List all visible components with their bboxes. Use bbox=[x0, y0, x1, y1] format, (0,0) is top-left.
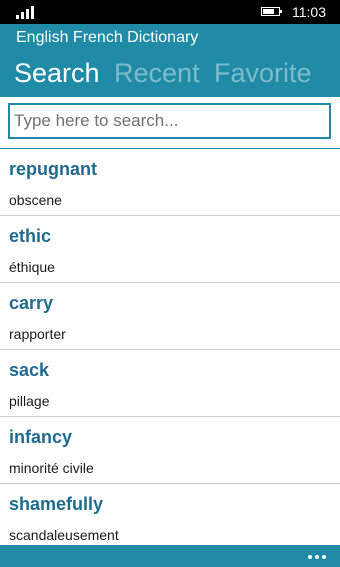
entry-word: repugnant bbox=[9, 159, 97, 179]
entry-word: shamefully bbox=[9, 494, 104, 514]
list-item-ethic[interactable]: ethic éthique bbox=[0, 216, 340, 282]
list-item-sack[interactable]: sack pillage bbox=[0, 350, 340, 416]
entry-word: infancy bbox=[9, 427, 73, 447]
entry-translation: éthique bbox=[9, 259, 55, 275]
entry-translation: scandaleusement bbox=[9, 527, 119, 543]
entry-translation: rapporter bbox=[9, 326, 66, 342]
word-list: repugnant obscene ethic éthique carry ra… bbox=[0, 149, 340, 545]
app-title: English French Dictionary bbox=[16, 29, 199, 46]
entry-translation: minorité civile bbox=[9, 460, 94, 476]
list-item-carry[interactable]: carry rapporter bbox=[0, 283, 340, 349]
signal-strength-icon bbox=[16, 5, 40, 19]
entry-word: sack bbox=[9, 360, 50, 380]
more-ellipsis-icon[interactable] bbox=[308, 555, 326, 559]
tab-recent[interactable]: Recent bbox=[114, 58, 200, 89]
entry-word: carry bbox=[9, 293, 54, 313]
app-bar bbox=[0, 545, 340, 567]
entry-translation: obscene bbox=[9, 192, 62, 208]
tab-favorite[interactable]: Favorite bbox=[214, 58, 312, 89]
tab-search[interactable]: Search bbox=[14, 58, 100, 89]
status-bar: 11:03 bbox=[0, 0, 340, 24]
entry-translation: pillage bbox=[9, 393, 50, 409]
list-item-shamefully[interactable]: shamefully scandaleusement bbox=[0, 484, 340, 545]
pivot-tabs: Search Recent Favorite bbox=[14, 58, 322, 89]
status-time: 11:03 bbox=[292, 4, 326, 20]
battery-icon bbox=[261, 7, 282, 16]
list-item-infancy[interactable]: infancy minorité civile bbox=[0, 417, 340, 483]
search-input[interactable] bbox=[8, 103, 331, 139]
search-area bbox=[0, 97, 340, 148]
entry-word: ethic bbox=[9, 226, 52, 246]
list-item-repugnant[interactable]: repugnant obscene bbox=[0, 149, 340, 215]
